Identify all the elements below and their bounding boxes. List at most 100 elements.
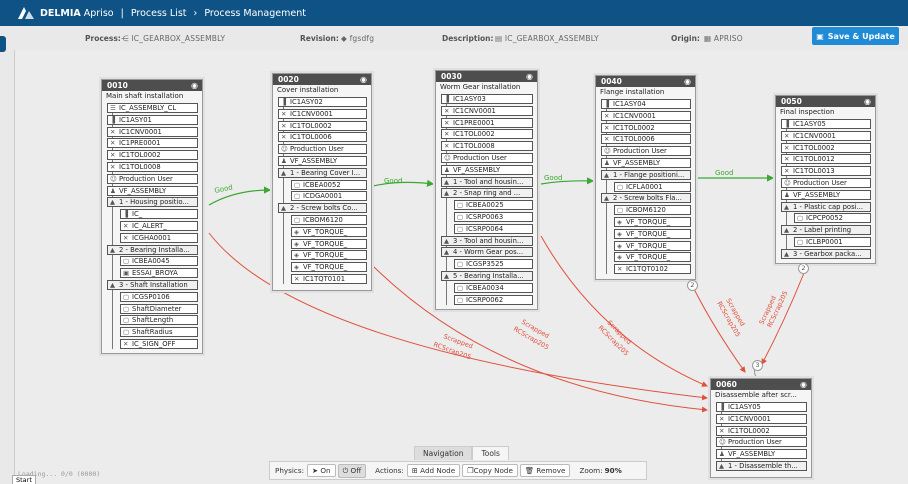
node-item[interactable]: ▐ IC1ASY03	[441, 94, 533, 104]
node-item[interactable]: ✕ IC1TOL0012	[781, 154, 871, 165]
node-item[interactable]: ▲ 2 - Snap ring and ...	[441, 188, 533, 199]
node-header[interactable]: 0060 ◉	[711, 379, 811, 390]
node-item[interactable]: ☺ Production User	[781, 178, 871, 188]
node-item[interactable]: ▐ IC1ASY05	[716, 402, 807, 412]
node-item[interactable]: ✕ IC1CNV0001	[107, 126, 198, 137]
node-item[interactable]: ◈ VF_TORQUE_	[291, 238, 367, 249]
node-item[interactable]: ✕ IC1TOL0008	[107, 162, 198, 172]
save-update-button[interactable]: ▣ Save & Update	[812, 27, 899, 45]
node-item[interactable]: ✕ IC1TOL0008	[441, 141, 533, 152]
start-button[interactable]: Start	[12, 475, 36, 484]
node-item[interactable]: ▢ ICDGA0001	[291, 191, 367, 202]
node-item[interactable]: ▢ ICBEA0052	[291, 179, 367, 190]
node-item[interactable]: ▢ ShaftDiameter	[120, 303, 198, 314]
node-item[interactable]: ✕ IC1CNV0001	[601, 110, 691, 121]
node-item[interactable]: ♟ VF_ASSEMBLY	[278, 156, 367, 166]
breadcrumb-process-list[interactable]: Process List	[131, 8, 187, 19]
node-item[interactable]: ▲ 1 - Plastic cap posi...	[781, 201, 871, 212]
tab-tools[interactable]: Tools	[472, 446, 509, 460]
node-item[interactable]: ♟ VF_ASSEMBLY	[781, 189, 871, 200]
node-header[interactable]: 0040 ◉	[596, 76, 695, 87]
node-0010[interactable]: 0010 ◉ Main shaft installation ☰ IC_ASSEMBLY…	[101, 79, 203, 354]
node-item[interactable]: ✕ ICGHA0001	[120, 232, 198, 243]
node-0050[interactable]: 0050 ◉ Final inspection ▐ IC1ASY05 ✕ IC1CNV000…	[775, 95, 876, 264]
node-item[interactable]: ▲ 1 - Bearing Cover I...	[278, 167, 367, 178]
node-item[interactable]: ▲ 1 - Tool and housin...	[441, 176, 533, 187]
node-item[interactable]: ▲ 1 - Flange positioni...	[601, 169, 691, 180]
node-header[interactable]: 0050 ◉	[776, 96, 875, 107]
node-item[interactable]: ▲ 3 - Tool and housin...	[441, 235, 533, 246]
node-item[interactable]: ▢ ICGSP3525	[454, 259, 533, 270]
node-item[interactable]: ▢ ICBOM6120	[291, 215, 367, 225]
node-item[interactable]: ▢ ICBOM6120	[614, 205, 691, 216]
node-item[interactable]: ▲ 2 - Bearing Installa...	[107, 244, 198, 255]
node-item[interactable]: ▢ ICBEA0025	[454, 200, 533, 211]
node-item[interactable]: ✕ IC1TOL0002	[716, 425, 807, 436]
node-item[interactable]: ▐ IC1ASY02	[278, 97, 367, 107]
node-item[interactable]: ◈ VF_TORQUE_	[291, 262, 367, 273]
node-item[interactable]: ✕ IC1TQT0101	[291, 274, 367, 284]
node-item[interactable]: ▣ ESSAI_BROYA	[120, 268, 198, 279]
node-item[interactable]: ▲ 3 - Shaft Installation	[107, 280, 198, 290]
node-item[interactable]: ▲ 1 - Housing positio...	[107, 197, 198, 208]
node-item[interactable]: ☺ Production User	[107, 173, 198, 184]
node-item[interactable]: ◈ VF_TORQUE_	[291, 226, 367, 237]
node-item[interactable]: ▢ ICPCP0052	[794, 213, 871, 224]
node-item[interactable]: ▐ IC1ASY04	[601, 99, 691, 109]
physics-off-button[interactable]: ⏻ Off	[337, 463, 367, 478]
node-item[interactable]: ▢ ICSRP0064	[454, 223, 533, 234]
node-item[interactable]: ✕ IC1CNV0001	[781, 130, 871, 141]
node-item[interactable]: ✕ IC1CNV0001	[441, 105, 533, 116]
node-item[interactable]: ☺ Production User	[441, 153, 533, 163]
node-header[interactable]: 0030 ◉	[436, 71, 537, 82]
node-view-icon[interactable]: ◉	[800, 379, 807, 390]
node-item[interactable]: ✕ IC1TOL0002	[781, 142, 871, 153]
node-item[interactable]: ▲ 2 - Screw bolts Co...	[278, 203, 367, 214]
node-item[interactable]: ✕ IC_SIGN_OFF	[120, 339, 198, 349]
node-item[interactable]: ▢ ShaftRadius	[120, 327, 198, 338]
node-0060[interactable]: 0060 ◉ Disassemble after scr... ▐ IC1ASY05 ✕ I…	[710, 378, 812, 478]
node-item[interactable]: ▲ 3 - Gearbox packa...	[781, 248, 871, 259]
node-item[interactable]: ▐ IC1ASY05	[781, 119, 871, 129]
node-item[interactable]: ▢ ICSRP0063	[454, 212, 533, 222]
node-item[interactable]: ▢ ICGSP0106	[120, 291, 198, 302]
node-view-icon[interactable]: ◉	[684, 76, 691, 87]
node-0040[interactable]: 0040 ◉ Flange installation ▐ IC1ASY04 ✕ IC1CNV…	[595, 75, 696, 280]
node-item[interactable]: ▲ 4 - Worm Gear pos...	[441, 247, 533, 258]
remove-button[interactable]: 🗑 Remove	[519, 464, 571, 477]
node-item[interactable]: ☺ Production User	[278, 144, 367, 155]
node-item[interactable]: ▢ ShaftLength	[120, 315, 198, 326]
node-item[interactable]: ✕ IC1TOL0002	[278, 120, 367, 131]
node-item[interactable]: ♟ VF_ASSEMBLY	[716, 449, 807, 460]
node-item[interactable]: ✕ IC1PRE0001	[441, 117, 533, 128]
node-item[interactable]: ✕ IC1TOL0006	[278, 132, 367, 143]
node-item[interactable]: ♟ VF_ASSEMBLY	[107, 185, 198, 196]
node-item[interactable]: ◈ VF_TORQUE_	[614, 228, 691, 239]
node-item[interactable]: ▲ 5 - Bearing Installa...	[441, 271, 533, 281]
node-item[interactable]: ▐ IC_	[120, 209, 198, 220]
node-item[interactable]: ☰ IC_ASSEMBLY_CL	[107, 103, 198, 113]
node-item[interactable]: ◈ VF_TORQUE_	[614, 240, 691, 251]
node-item[interactable]: ▲ 1 - Disassemble th...	[716, 461, 807, 471]
node-view-icon[interactable]: ◉	[864, 96, 871, 107]
node-item[interactable]: ◈ VF_TORQUE_	[614, 252, 691, 263]
node-item[interactable]: ▢ ICSRP0062	[454, 294, 533, 305]
node-header[interactable]: 0020 ◉	[273, 74, 371, 85]
node-item[interactable]: ✕ IC1TOL0013	[781, 166, 871, 177]
node-item[interactable]: ▢ ICBEA0034	[454, 282, 533, 293]
node-item[interactable]: ✕ IC1TQT0102	[614, 264, 691, 275]
node-item[interactable]: ▲ 2 - Screw bolts Fla...	[601, 193, 691, 204]
add-node-button[interactable]: ⊞ Add Node	[406, 464, 461, 477]
node-view-icon[interactable]: ◉	[191, 80, 198, 91]
node-item[interactable]: ◈ VF_TORQUE_	[614, 217, 691, 227]
node-item[interactable]: ✕ IC1TOL0002	[601, 122, 691, 133]
node-view-icon[interactable]: ◉	[360, 74, 367, 85]
node-0020[interactable]: 0020 ◉ Cover installation ▐ IC1ASY02 ✕ IC1CNV0…	[272, 73, 372, 291]
node-item[interactable]: ♟ VF_ASSEMBLY	[601, 158, 691, 168]
node-item[interactable]: ✕ IC_ALERT_	[120, 221, 198, 231]
node-item[interactable]: ▲ 2 - Label printing	[781, 225, 871, 236]
node-item[interactable]: ✕ IC1PRE0001	[107, 138, 198, 149]
node-item[interactable]: ◈ VF_TORQUE_	[291, 250, 367, 261]
node-item[interactable]: ♟ VF_ASSEMBLY	[441, 164, 533, 175]
physics-on-button[interactable]: ➤ On	[307, 464, 336, 477]
